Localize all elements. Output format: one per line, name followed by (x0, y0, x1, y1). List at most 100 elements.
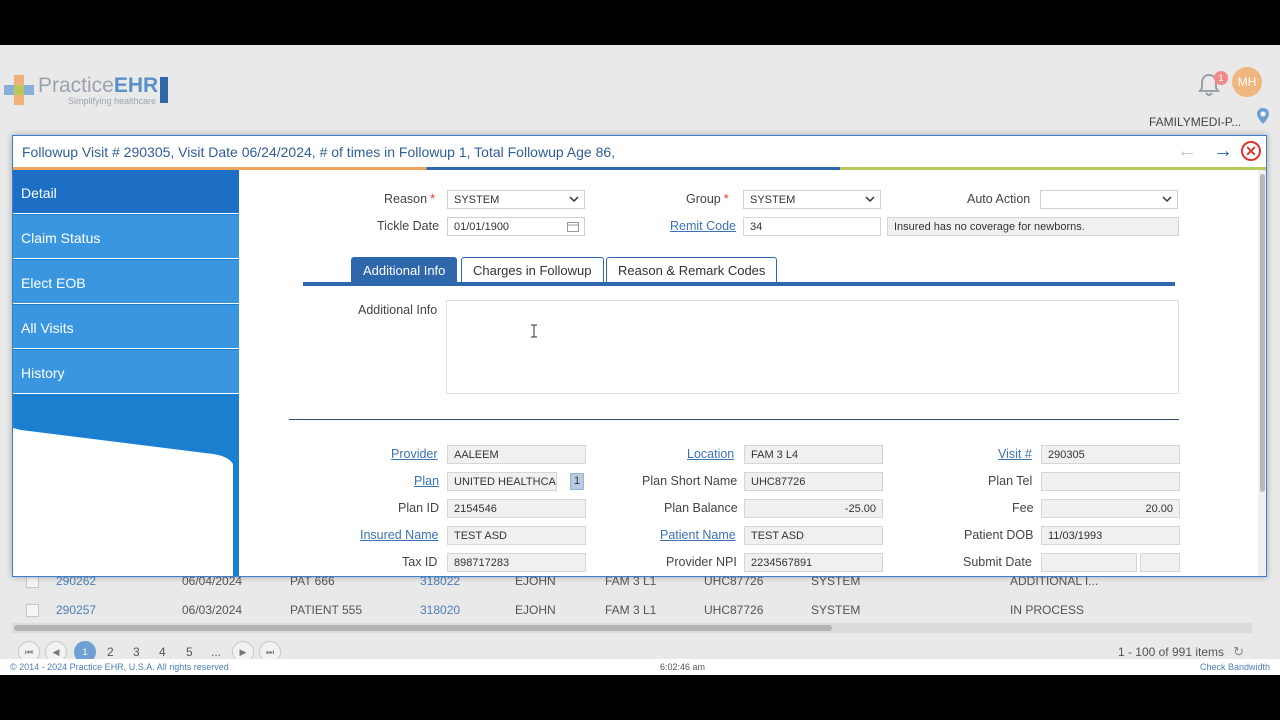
provider-field: AALEEM (447, 445, 586, 464)
scrollbar-thumb[interactable] (1260, 174, 1265, 492)
sidebar-item-history[interactable]: History (13, 350, 239, 394)
page-3-button[interactable]: 3 (133, 645, 140, 659)
plan-count-badge[interactable]: 1 (570, 473, 584, 490)
vertical-scrollbar[interactable] (1258, 170, 1266, 576)
sidebar-item-detail[interactable]: Detail (13, 170, 239, 214)
patient-name-field: TEST ASD (744, 526, 883, 545)
group-select[interactable]: SYSTEM (743, 190, 881, 209)
refresh-icon[interactable]: ↻ (1233, 644, 1244, 660)
footer: © 2014 - 2024 Practice EHR, U.S.A. All r… (0, 659, 1280, 675)
group-label: Group * (686, 192, 729, 206)
tab-reason-remark-codes[interactable]: Reason & Remark Codes (606, 257, 778, 283)
location-field: FAM 3 L4 (744, 445, 883, 464)
chevron-down-icon (865, 196, 875, 203)
visit-number-link[interactable]: Visit # (998, 447, 1032, 461)
tax-id-field: 898717283 (447, 553, 586, 572)
sidebar-item-all-visits[interactable]: All Visits (13, 305, 239, 349)
remit-code-link[interactable]: Remit Code (670, 219, 736, 233)
check-bandwidth-link[interactable]: Check Bandwidth (1200, 662, 1270, 672)
notification-badge: 1 (1214, 71, 1228, 85)
reason-cell: SYSTEM (811, 603, 861, 617)
location-cell: FAM 3 L1 (605, 603, 657, 617)
tab-charges-in-followup[interactable]: Charges in Followup (461, 257, 604, 283)
location-pin-icon[interactable] (1256, 107, 1270, 125)
forward-arrow-icon[interactable]: → (1213, 141, 1233, 161)
additional-info-label: Additional Info (358, 303, 438, 317)
remit-code-input[interactable]: 34 (743, 217, 881, 236)
insured-name-link[interactable]: Insured Name (360, 528, 439, 542)
tickle-date-input[interactable]: 01/01/1900 (447, 217, 585, 236)
location-link[interactable]: Location (687, 447, 734, 461)
calendar-icon[interactable] (567, 221, 579, 232)
tax-id-label: Tax ID (402, 555, 438, 569)
plan-balance-field: -25.00 (744, 499, 883, 518)
close-icon[interactable]: ✕ (1241, 141, 1261, 161)
plan-field: UNITED HEALTHCAI (447, 472, 557, 491)
clock-text: 6:02:46 am (660, 662, 706, 672)
logo-cross-icon (4, 75, 34, 105)
practice-name[interactable]: FAMILYMEDI-P... (1149, 115, 1241, 129)
visit-date-cell: 06/03/2024 (182, 603, 243, 617)
plan-tel-label: Plan Tel (988, 474, 1033, 488)
submit-time-field[interactable] (1140, 553, 1180, 572)
logo-bold-text: EHR (113, 73, 159, 97)
plan-id-label: Plan ID (398, 501, 439, 515)
tab-underline (303, 282, 1175, 286)
plan-short-name-label: Plan Short Name (642, 474, 738, 488)
insured-name-field: TEST ASD (447, 526, 586, 545)
detail-panel: Reason * SYSTEM Group * SYSTEM Auto Action… (239, 170, 1256, 576)
patient-name-link[interactable]: Patient Name (660, 528, 736, 542)
copyright-link[interactable]: © 2014 - 2024 Practice EHR, U.S.A. All r… (10, 662, 229, 672)
section-divider (289, 419, 1179, 420)
user-avatar[interactable]: MH (1232, 67, 1262, 97)
sidebar-decoration (13, 428, 233, 576)
submit-date-field[interactable] (1041, 553, 1137, 572)
plan-cell: UHC87726 (704, 603, 764, 617)
tab-additional-info[interactable]: Additional Info (351, 257, 458, 283)
account-link[interactable]: 318020 (420, 603, 460, 617)
horizontal-scrollbar[interactable] (12, 623, 1252, 633)
plan-link[interactable]: Plan (414, 474, 439, 488)
status-cell: IN PROCESS (1010, 603, 1085, 617)
auto-action-select[interactable] (1040, 190, 1178, 209)
page-2-button[interactable]: 2 (107, 645, 114, 659)
sidebar-item-label: All Visits (21, 320, 74, 336)
provider-npi-label: Provider NPI (666, 555, 737, 569)
patient-dob-label: Patient DOB (964, 528, 1034, 542)
modal-title: Followup Visit # 290305, Visit Date 06/2… (22, 144, 616, 160)
remit-code-description: Insured has no coverage for newborns. (887, 217, 1179, 236)
submit-date-label: Submit Date (963, 555, 1032, 569)
sidebar-item-label: History (21, 365, 65, 381)
plan-short-name-field: UHC87726 (744, 472, 883, 491)
sidebar-item-label: Claim Status (21, 230, 101, 246)
row-checkbox[interactable] (26, 603, 39, 617)
table-row[interactable]: 290257 06/03/2024 PATIENT 555 318020 EJO… (12, 596, 1252, 624)
page-more-button[interactable]: ... (211, 645, 221, 659)
page-5-button[interactable]: 5 (186, 645, 193, 659)
additional-info-textarea[interactable] (446, 300, 1179, 394)
logo-tagline: Simplifying healthcare (68, 95, 157, 106)
visit-number-field: 290305 (1041, 445, 1180, 464)
auto-action-label: Auto Action (967, 192, 1031, 206)
logo-badge (160, 77, 169, 103)
fee-field: 20.00 (1041, 499, 1180, 518)
back-arrow-icon[interactable]: ← (1177, 141, 1197, 161)
chevron-down-icon (1162, 196, 1172, 203)
reason-label: Reason * (384, 192, 435, 206)
patient-cell: PATIENT 555 (290, 603, 363, 617)
provider-link[interactable]: Provider (391, 447, 438, 461)
sidebar-item-claim-status[interactable]: Claim Status (13, 215, 239, 259)
chevron-down-icon (569, 196, 579, 203)
provider-npi-field: 2234567891 (744, 553, 883, 572)
plan-tel-field (1041, 472, 1180, 491)
scrollbar-thumb[interactable] (14, 625, 832, 631)
reason-select[interactable]: SYSTEM (447, 190, 585, 209)
app-window: PracticeEHR Simplifying healthcare 1 MH … (0, 45, 1280, 675)
tickle-date-label: Tickle Date (377, 219, 440, 233)
text-cursor-icon (531, 324, 537, 338)
sidebar-item-label: Detail (21, 185, 57, 201)
visit-link[interactable]: 290257 (56, 603, 96, 617)
sidebar-item-elect-eob[interactable]: Elect EOB (13, 260, 239, 304)
practice-ehr-logo[interactable]: PracticeEHR Simplifying healthcare (4, 73, 169, 107)
page-4-button[interactable]: 4 (159, 645, 166, 659)
